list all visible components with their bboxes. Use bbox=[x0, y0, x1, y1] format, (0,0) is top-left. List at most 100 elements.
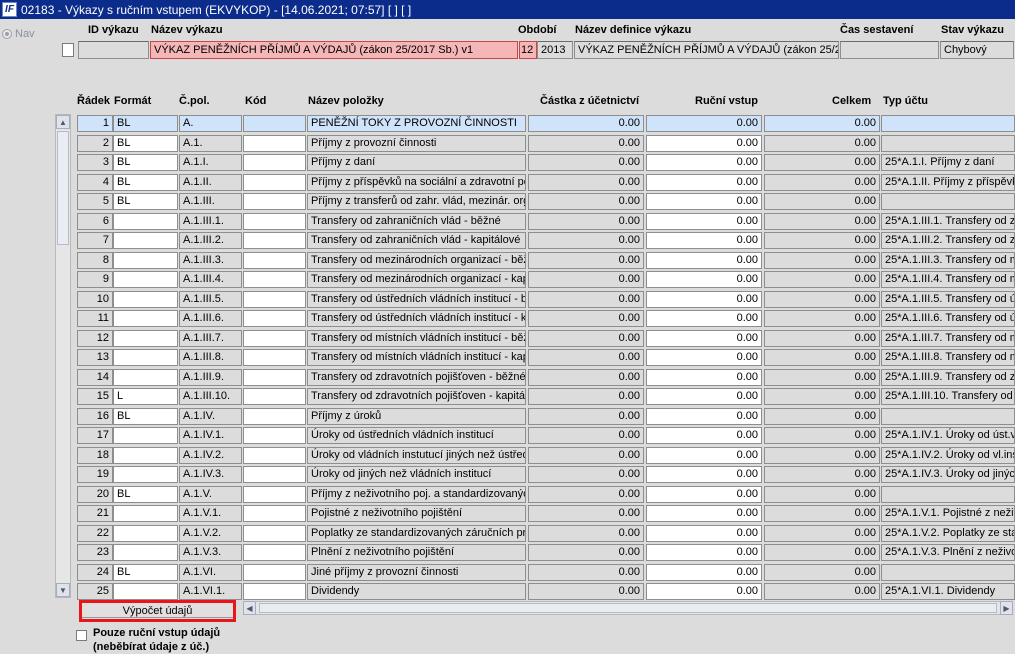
table-row[interactable]: 10 A.1.III.5. Transfery od ústředních vlád… bbox=[77, 290, 1015, 310]
cell-rucni[interactable]: 0.00 bbox=[646, 583, 762, 600]
cell-cpol[interactable]: A.1.III.2. bbox=[179, 232, 242, 249]
cell-cpol[interactable]: A.1.V. bbox=[179, 485, 242, 503]
cell-format[interactable] bbox=[113, 583, 178, 600]
cell-rucni[interactable]: 0.00 bbox=[646, 524, 762, 542]
cell-castka[interactable]: 0.00 bbox=[528, 310, 644, 327]
cell-typ[interactable] bbox=[881, 563, 1015, 581]
cell-typ[interactable] bbox=[881, 193, 1015, 210]
cell-rucni[interactable]: 0.00 bbox=[646, 544, 762, 561]
cell-format[interactable]: BL bbox=[113, 115, 178, 132]
cell-format[interactable] bbox=[113, 232, 178, 249]
table-row[interactable]: 17 A.1.IV.1. Úroky od ústředních vládních … bbox=[77, 426, 1015, 446]
cell-cpol[interactable]: A.1.III.3. bbox=[179, 251, 242, 269]
cell-castka[interactable]: 0.00 bbox=[528, 329, 644, 347]
cell-kod[interactable] bbox=[243, 349, 306, 366]
cell-typ[interactable]: 25*A.1.III.5. Transfery od ús bbox=[881, 290, 1015, 308]
cell-castka[interactable]: 0.00 bbox=[528, 212, 644, 230]
cell-kod[interactable] bbox=[243, 154, 306, 171]
cell-celkem[interactable]: 0.00 bbox=[764, 446, 880, 464]
cell-castka[interactable]: 0.00 bbox=[528, 388, 644, 405]
cell-radek[interactable]: 24 bbox=[77, 563, 113, 581]
definition-name-field[interactable]: VÝKAZ PENĚŽNÍCH PŘÍJMŮ A VÝDAJŮ (zákon 2… bbox=[574, 41, 839, 59]
cell-kod[interactable] bbox=[243, 271, 306, 288]
cell-rucni[interactable]: 0.00 bbox=[646, 271, 762, 288]
table-row[interactable]: 23 A.1.V.3. Plnění z neživotního pojištění… bbox=[77, 543, 1015, 563]
cell-nazev[interactable]: Poplatky ze standardizovaných záručních … bbox=[307, 524, 526, 542]
cell-rucni[interactable]: 0.00 bbox=[646, 115, 762, 132]
cell-radek[interactable]: 19 bbox=[77, 466, 113, 483]
cell-kod[interactable] bbox=[243, 115, 306, 132]
table-row[interactable]: 7 A.1.III.2. Transfery od zahraničních vlá… bbox=[77, 231, 1015, 251]
cell-format[interactable]: BL bbox=[113, 407, 178, 425]
cell-celkem[interactable]: 0.00 bbox=[764, 290, 880, 308]
vertical-scrollbar[interactable]: ▲ ▼ bbox=[55, 114, 71, 598]
cell-kod[interactable] bbox=[243, 290, 306, 308]
cell-celkem[interactable]: 0.00 bbox=[764, 466, 880, 483]
cell-format[interactable]: BL bbox=[113, 485, 178, 503]
cell-castka[interactable]: 0.00 bbox=[528, 232, 644, 249]
cell-cpol[interactable]: A.1.VI.1. bbox=[179, 583, 242, 600]
period-month-field[interactable]: 12 bbox=[519, 41, 537, 59]
cell-typ[interactable]: 25*A.1.IV.2. Úroky od vl.ins bbox=[881, 446, 1015, 464]
cell-radek[interactable]: 23 bbox=[77, 544, 113, 561]
cell-kod[interactable] bbox=[243, 407, 306, 425]
status-field[interactable]: Chybový bbox=[940, 41, 1014, 59]
cell-nazev[interactable]: Transfery od místních vládních institucí… bbox=[307, 329, 526, 347]
cell-nazev[interactable]: Transfery od mezinárodních organizací - … bbox=[307, 251, 526, 269]
cell-typ[interactable]: 25*A.1.II. Příjmy z příspěvků bbox=[881, 173, 1015, 191]
cell-celkem[interactable]: 0.00 bbox=[764, 407, 880, 425]
cell-typ[interactable]: 25*A.1.III.8. Transfery od mí bbox=[881, 349, 1015, 366]
cell-nazev[interactable]: Transfery od zdravotních pojišťoven - ka… bbox=[307, 388, 526, 405]
cell-rucni[interactable]: 0.00 bbox=[646, 349, 762, 366]
header-row-selector[interactable] bbox=[62, 43, 74, 57]
cell-rucni[interactable]: 0.00 bbox=[646, 427, 762, 444]
cell-radek[interactable]: 14 bbox=[77, 368, 113, 386]
cell-radek[interactable]: 13 bbox=[77, 349, 113, 366]
cell-cpol[interactable]: A.1. bbox=[179, 134, 242, 152]
cell-nazev[interactable]: Plnění z neživotního pojištění bbox=[307, 544, 526, 561]
table-row[interactable]: 12 A.1.III.7. Transfery od místních vládní… bbox=[77, 329, 1015, 349]
cell-castka[interactable]: 0.00 bbox=[528, 524, 644, 542]
cell-kod[interactable] bbox=[243, 427, 306, 444]
report-name-field[interactable]: VÝKAZ PENĚŽNÍCH PŘÍJMŮ A VÝDAJŮ (zákon 2… bbox=[150, 41, 518, 59]
table-row[interactable]: 1 BL A. PENĚŽNÍ TOKY Z PROVOZNÍ ČINNOSTI 0.0… bbox=[77, 114, 1015, 134]
cell-typ[interactable]: 25*A.1.III.10. Transfery od z bbox=[881, 388, 1015, 405]
table-row[interactable]: 5 BL A.1.III. Příjmy z transferů od zahr. v… bbox=[77, 192, 1015, 212]
cell-cpol[interactable]: A.1.V.3. bbox=[179, 544, 242, 561]
cell-typ[interactable]: 25*A.1.IV.1. Úroky od úst.v bbox=[881, 427, 1015, 444]
cell-kod[interactable] bbox=[243, 583, 306, 600]
cell-cpol[interactable]: A.1.IV.3. bbox=[179, 466, 242, 483]
cell-kod[interactable] bbox=[243, 232, 306, 249]
cell-nazev[interactable]: Příjmy z provozní činnosti bbox=[307, 134, 526, 152]
table-row[interactable]: 8 A.1.III.3. Transfery od mezinárodních or… bbox=[77, 251, 1015, 271]
cell-kod[interactable] bbox=[243, 173, 306, 191]
cell-kod[interactable] bbox=[243, 368, 306, 386]
cell-format[interactable]: BL bbox=[113, 154, 178, 171]
cell-rucni[interactable]: 0.00 bbox=[646, 232, 762, 249]
cell-cpol[interactable]: A. bbox=[179, 115, 242, 132]
cell-typ[interactable]: 25*A.1.III.1. Transfery od zah bbox=[881, 212, 1015, 230]
cell-castka[interactable]: 0.00 bbox=[528, 349, 644, 366]
cell-celkem[interactable]: 0.00 bbox=[764, 329, 880, 347]
cell-kod[interactable] bbox=[243, 388, 306, 405]
cell-format[interactable] bbox=[113, 524, 178, 542]
cell-radek[interactable]: 2 bbox=[77, 134, 113, 152]
cell-radek[interactable]: 1 bbox=[77, 115, 113, 132]
horizontal-scrollbar[interactable]: ◀ ▶ bbox=[243, 601, 1013, 615]
cell-nazev[interactable]: Jiné příjmy z provozní činnosti bbox=[307, 563, 526, 581]
cell-kod[interactable] bbox=[243, 251, 306, 269]
cell-nazev[interactable]: Příjmy z příspěvků na sociální a zdravot… bbox=[307, 173, 526, 191]
table-row[interactable]: 14 A.1.III.9. Transfery od zdravotních poj… bbox=[77, 368, 1015, 388]
horizontal-scroll-thumb[interactable] bbox=[259, 603, 997, 613]
cell-format[interactable]: BL bbox=[113, 193, 178, 210]
cell-nazev[interactable]: Příjmy z daní bbox=[307, 154, 526, 171]
cell-castka[interactable]: 0.00 bbox=[528, 173, 644, 191]
cell-cpol[interactable]: A.1.I. bbox=[179, 154, 242, 171]
cell-format[interactable] bbox=[113, 466, 178, 483]
cell-cpol[interactable]: A.1.V.2. bbox=[179, 524, 242, 542]
cell-rucni[interactable]: 0.00 bbox=[646, 212, 762, 230]
cell-kod[interactable] bbox=[243, 134, 306, 152]
cell-typ[interactable] bbox=[881, 485, 1015, 503]
table-row[interactable]: 25 A.1.VI.1. Dividendy 0.00 0.00 0.00 25*A.1.V… bbox=[77, 582, 1015, 602]
cell-celkem[interactable]: 0.00 bbox=[764, 583, 880, 600]
